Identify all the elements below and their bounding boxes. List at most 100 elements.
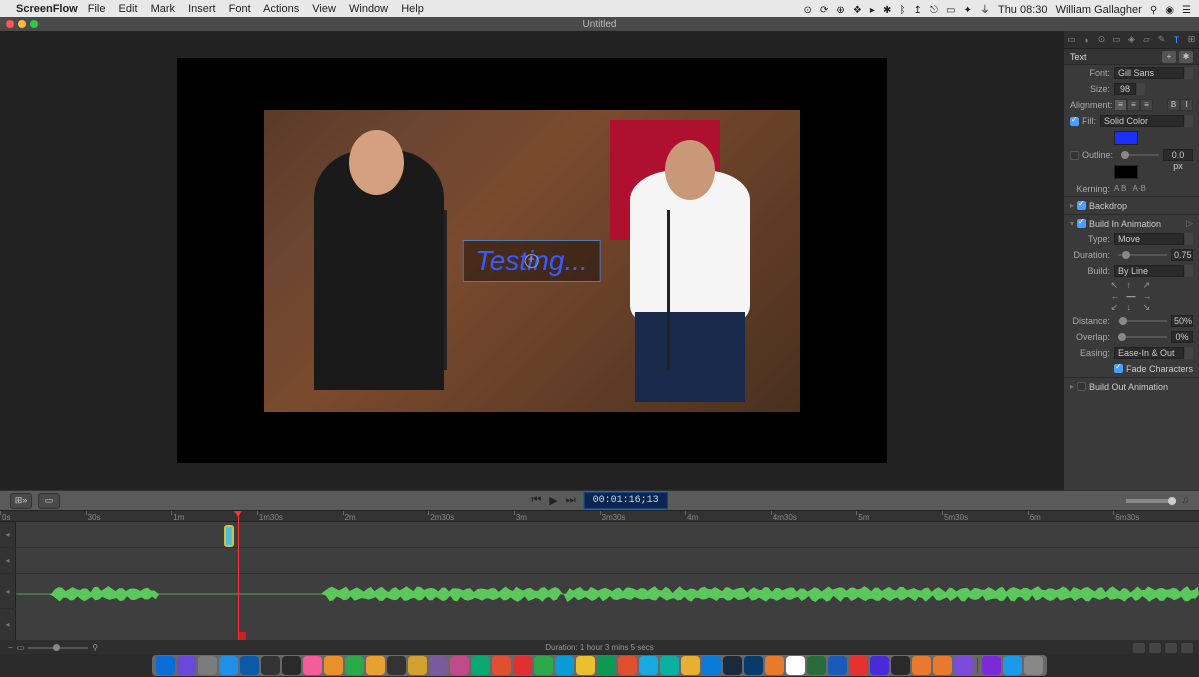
bold-button[interactable]: B [1167, 99, 1180, 111]
align-left-button[interactable]: ≡ [1114, 99, 1127, 111]
menu-font[interactable]: Font [229, 3, 251, 15]
duration-value[interactable]: 0.75 [1171, 249, 1193, 261]
menu-window[interactable]: Window [349, 3, 388, 15]
zoom-fit-button[interactable]: ▭ [17, 643, 25, 652]
font-select[interactable]: Gill Sans [1114, 67, 1184, 79]
audio-clip[interactable] [16, 574, 1199, 612]
timecode-display[interactable]: 00:01:16;13 [584, 492, 668, 509]
tab-filters-icon[interactable]: ✎ [1156, 34, 1168, 46]
outline-value[interactable]: 0.0 px [1163, 149, 1193, 161]
dock-app-icon[interactable] [156, 656, 175, 675]
fade-checkbox[interactable] [1114, 364, 1123, 373]
dock-app-icon[interactable] [345, 656, 364, 675]
headphones-icon[interactable]: ♫ [1182, 495, 1190, 506]
preview-play-icon[interactable]: ▷ [1186, 218, 1193, 229]
backdrop-checkbox[interactable] [1077, 201, 1086, 210]
buildout-checkbox[interactable] [1077, 382, 1086, 391]
play-button[interactable]: ▶ [549, 494, 557, 507]
status-icon[interactable]: ⎋ [930, 5, 938, 16]
dock-app-icon[interactable] [282, 656, 301, 675]
dock-app-icon[interactable] [303, 656, 322, 675]
selection-tool-button[interactable]: ▭ [38, 493, 60, 509]
volume-slider[interactable] [1126, 499, 1176, 503]
distance-slider[interactable] [1118, 320, 1167, 322]
app-name[interactable]: ScreenFlow [16, 3, 78, 15]
easing-select[interactable]: Ease-In & Out [1114, 347, 1184, 359]
duration-slider[interactable] [1118, 254, 1167, 256]
spotlight-icon[interactable]: ⚲ [1150, 5, 1157, 16]
tab-annotations-icon[interactable]: ▱ [1141, 34, 1153, 46]
outline-slider[interactable] [1121, 154, 1159, 156]
tab-callout-icon[interactable]: ▭ [1111, 34, 1123, 46]
dock-app-icon[interactable] [618, 656, 637, 675]
status-icon[interactable]: ⊙ [804, 5, 812, 16]
dir-s-icon[interactable]: ↓ [1127, 303, 1137, 311]
dock-app-icon[interactable] [702, 656, 721, 675]
tab-video-icon[interactable]: ▭ [1066, 34, 1078, 46]
status-icon[interactable]: ❖ [853, 5, 862, 16]
dock-app-icon[interactable] [555, 656, 574, 675]
dock-app-icon[interactable] [450, 656, 469, 675]
dock-app-icon[interactable] [765, 656, 784, 675]
dir-center-icon[interactable]: — [1127, 292, 1137, 300]
skip-forward-button[interactable]: ⏭ [566, 494, 576, 507]
dock-app-icon[interactable] [429, 656, 448, 675]
menu-actions[interactable]: Actions [263, 3, 299, 15]
dock-app-icon[interactable] [1024, 656, 1043, 675]
dock-app-icon[interactable] [471, 656, 490, 675]
library-button[interactable]: ⊞» [10, 493, 32, 509]
dock-app-icon[interactable] [912, 656, 931, 675]
kerning-loose[interactable]: A B [1114, 184, 1126, 193]
dock-app-icon[interactable] [534, 656, 553, 675]
fill-type-select[interactable]: Solid Color [1100, 115, 1184, 127]
timeline-option-button[interactable] [1133, 643, 1145, 653]
disclosure-icon[interactable]: ▸ [1070, 201, 1074, 210]
siri-icon[interactable]: ◉ [1165, 5, 1174, 16]
add-action-button[interactable]: + [1162, 51, 1176, 63]
italic-button[interactable]: I [1180, 99, 1193, 111]
status-icon[interactable]: ⟳ [820, 5, 828, 16]
disclosure-icon[interactable]: ▾ [1070, 219, 1074, 228]
menu-view[interactable]: View [312, 3, 336, 15]
tab-touch-icon[interactable]: ◈ [1126, 34, 1138, 46]
dock-app-icon[interactable] [513, 656, 532, 675]
build-select[interactable]: By Line [1114, 265, 1184, 277]
close-button[interactable] [6, 20, 14, 28]
status-icon[interactable]: ✦ [963, 5, 971, 16]
bluetooth-icon[interactable]: ᛒ [899, 5, 905, 16]
timeline-option-button[interactable] [1149, 643, 1161, 653]
track-handle[interactable]: ◂ [0, 609, 16, 640]
dock-app-icon[interactable] [198, 656, 217, 675]
tab-screenrec-icon[interactable]: ⊙ [1096, 34, 1108, 46]
zoom-slider[interactable] [28, 647, 88, 649]
kerning-tight[interactable]: A·B [1132, 184, 1145, 193]
dock-app-icon[interactable] [387, 656, 406, 675]
track-handle[interactable]: ◂ [0, 522, 16, 547]
dock-app-icon[interactable] [954, 656, 973, 675]
distance-value[interactable]: 50% [1171, 315, 1193, 327]
align-center-button[interactable]: ≡ [1127, 99, 1140, 111]
dock-app-icon[interactable] [219, 656, 238, 675]
status-icon[interactable]: ↥ [914, 5, 922, 16]
dock-app-icon[interactable] [639, 656, 658, 675]
size-input[interactable]: 98 [1114, 83, 1136, 95]
user-name[interactable]: William Gallagher [1056, 4, 1142, 16]
track-body[interactable] [16, 574, 1199, 608]
dock-app-icon[interactable] [408, 656, 427, 675]
dir-e-icon[interactable]: → [1143, 292, 1153, 300]
dock-app-icon[interactable] [807, 656, 826, 675]
dock-app-icon[interactable] [828, 656, 847, 675]
zoom-out-icon[interactable]: − [8, 643, 13, 652]
dock-app-icon[interactable] [982, 656, 1001, 675]
dir-se-icon[interactable]: ↘ [1143, 303, 1153, 311]
text-clip[interactable] [224, 525, 234, 547]
track-handle[interactable]: ◂ [0, 548, 16, 573]
tab-media-icon[interactable]: ⊞ [1186, 34, 1198, 46]
dock-app-icon[interactable] [1003, 656, 1022, 675]
timeline-option-button[interactable] [1165, 643, 1177, 653]
outline-checkbox[interactable] [1070, 151, 1079, 160]
size-stepper[interactable] [1137, 83, 1145, 95]
dir-n-icon[interactable]: ↑ [1127, 281, 1137, 289]
fill-stepper[interactable] [1185, 115, 1193, 127]
dock-app-icon[interactable] [723, 656, 742, 675]
